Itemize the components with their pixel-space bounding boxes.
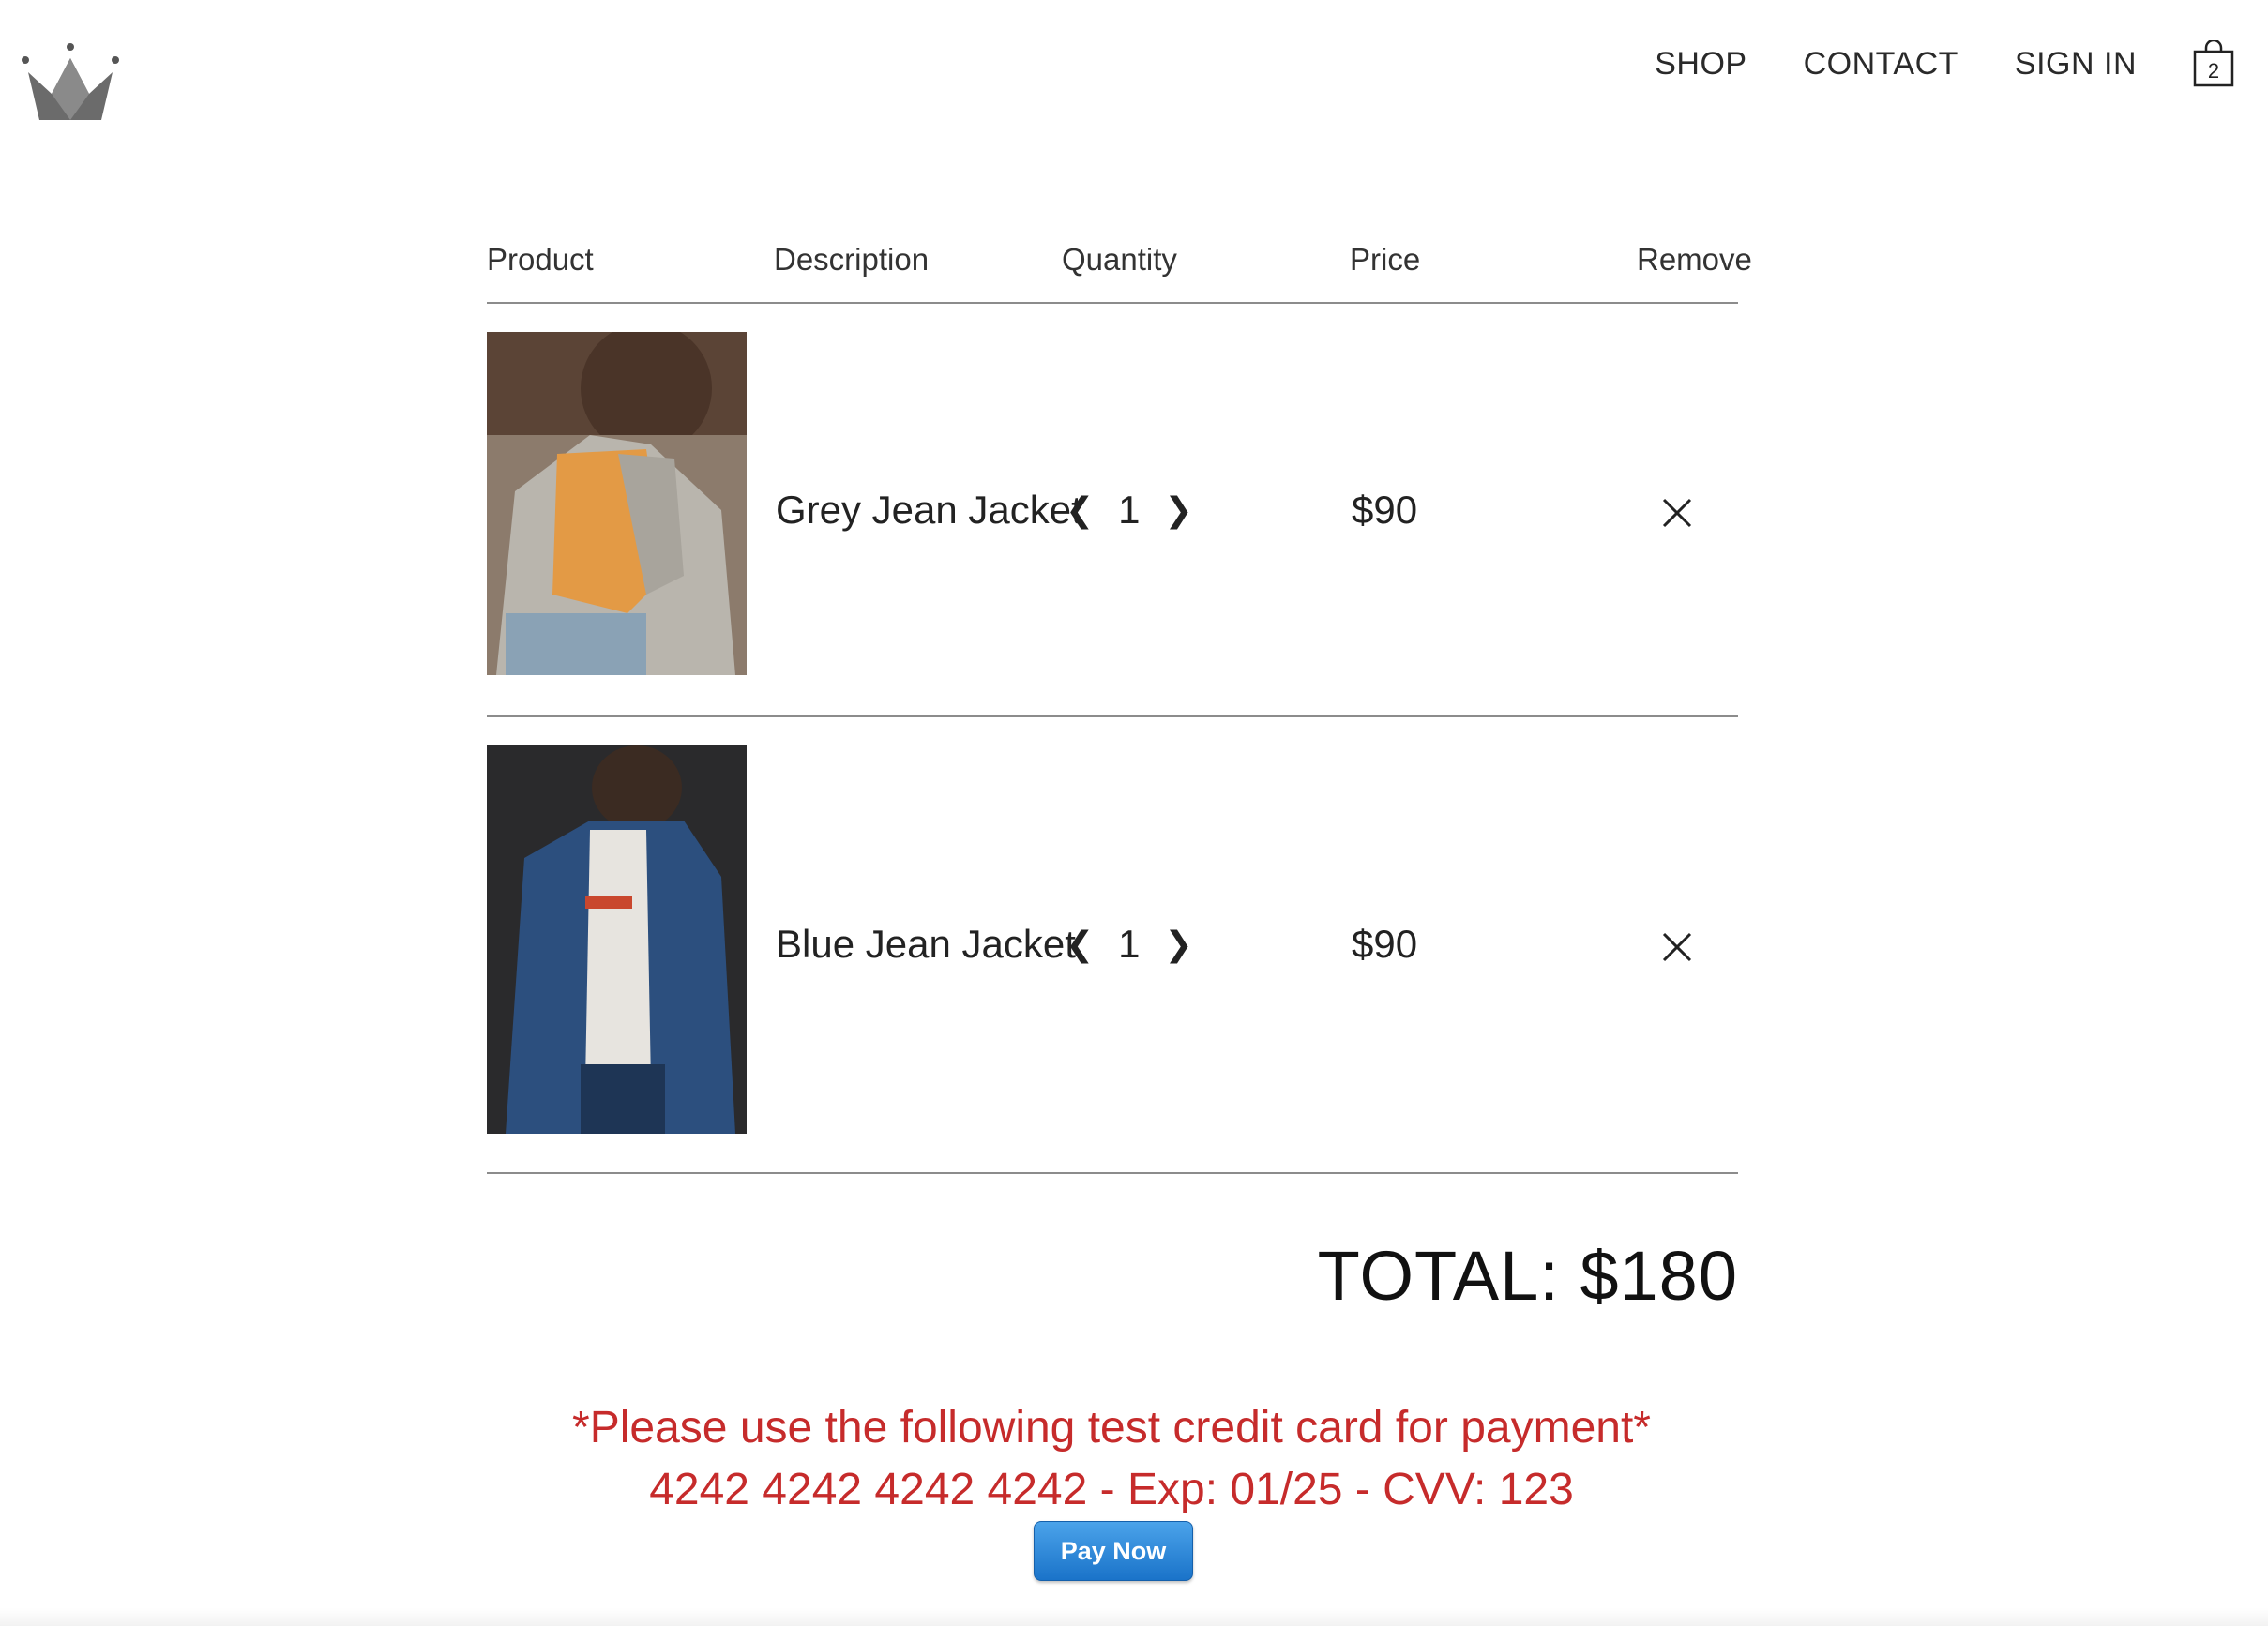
header-description: Description (774, 242, 930, 277)
quantity-decrease-icon[interactable]: ❮ (1062, 490, 1097, 530)
quantity-increase-icon[interactable]: ❯ (1161, 490, 1197, 530)
product-description: Blue Jean Jacket (776, 922, 1076, 966)
row-divider (487, 1172, 1738, 1174)
product-price: $90 (1352, 488, 1418, 532)
quantity-stepper: ❮ 1 ❯ (1062, 488, 1197, 533)
header-price: Price (1350, 242, 1421, 277)
quantity-value: 1 (1118, 488, 1141, 532)
nav-sign-in-link[interactable]: SIGN IN (2015, 46, 2137, 83)
pay-now-button[interactable]: Pay Now (1034, 1521, 1193, 1581)
product-description: Grey Jean Jacket (776, 488, 1082, 532)
product-image-grey-jacket (487, 332, 747, 675)
quantity-value: 1 (1118, 922, 1141, 966)
nav-shop-link[interactable]: SHOP (1655, 46, 1746, 83)
cart-count-badge: 2 (2207, 59, 2220, 83)
shopping-bag-icon[interactable]: 2 (2193, 38, 2234, 87)
product-image-blue-jacket (487, 745, 747, 1134)
remove-item-close-icon[interactable] (1658, 928, 1696, 966)
quantity-decrease-icon[interactable]: ❮ (1062, 925, 1097, 964)
cart-table-header: Product Description Quantity Price Remov… (487, 242, 1752, 294)
header-quantity: Quantity (1062, 242, 1177, 277)
remove-item-close-icon[interactable] (1658, 494, 1696, 532)
footer-shadow (0, 1607, 2268, 1626)
header-remove: Remove (1637, 242, 1752, 277)
main-nav: SHOP CONTACT SIGN IN 2 (1655, 38, 2234, 87)
crown-logo-icon[interactable] (19, 39, 122, 124)
order-total: TOTAL: $180 (1317, 1237, 1738, 1315)
quantity-stepper: ❮ 1 ❯ (1062, 922, 1197, 967)
quantity-increase-icon[interactable]: ❯ (1161, 925, 1197, 964)
product-price: $90 (1352, 922, 1418, 966)
row-divider (487, 715, 1738, 717)
test-card-details: 4242 4242 4242 4242 - Exp: 01/25 - CVV: … (649, 1465, 1574, 1514)
test-card-notice: *Please use the following test credit ca… (572, 1403, 1651, 1453)
header-divider (487, 302, 1738, 304)
nav-contact-link[interactable]: CONTACT (1804, 46, 1958, 83)
header-product: Product (487, 242, 594, 277)
